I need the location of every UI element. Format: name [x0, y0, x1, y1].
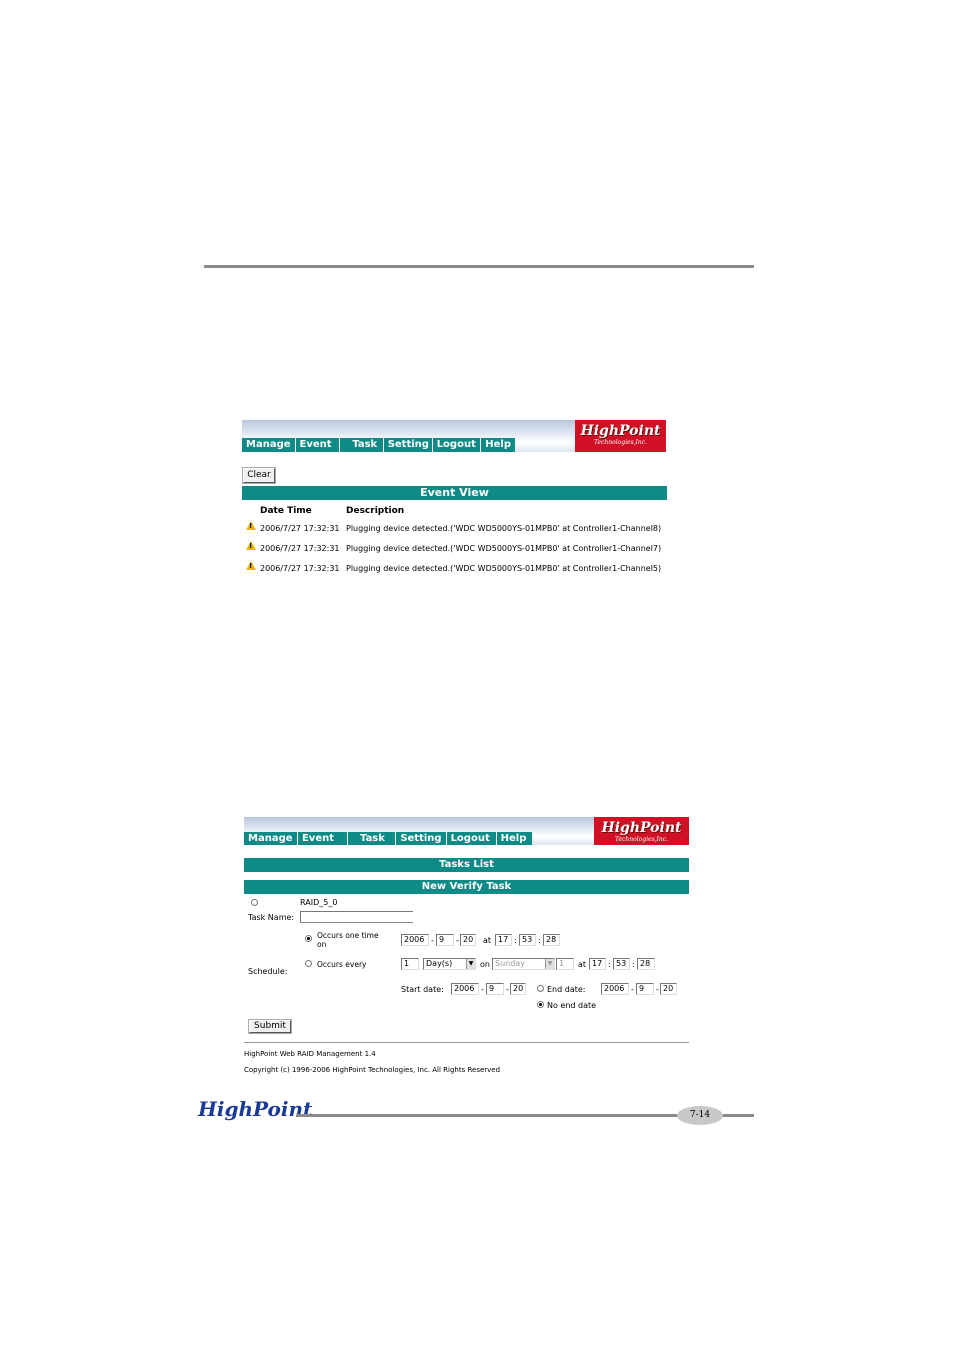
once-at-label: at [483, 936, 492, 945]
submit-button[interactable]: Submit [248, 1019, 292, 1034]
nav-manage[interactable]: Manage [242, 438, 296, 452]
end-date-label: End date: [547, 985, 586, 994]
start-month-input[interactable]: 9 [486, 983, 504, 995]
once-month-input[interactable]: 9 [436, 934, 454, 946]
warning-icon: ! [246, 541, 256, 550]
event-time: 2006/7/27 17:32:31 [260, 544, 340, 553]
clear-button[interactable]: Clear [242, 467, 276, 484]
warning-icon: ! [246, 561, 256, 570]
warning-icon: ! [246, 521, 256, 530]
nav-task[interactable]: Task [340, 438, 384, 452]
highpoint-logo: HighPoint Technologies,Inc. [594, 817, 689, 845]
app-version: HighPoint Web RAID Management 1.4 [244, 1050, 376, 1058]
chevron-down-icon: ▼ [545, 959, 554, 969]
occurs-once-label: Occurs one time on [317, 931, 379, 949]
nav-bar: Manage Event Task Setting Logout Help [242, 438, 515, 452]
footer-divider [244, 1042, 689, 1043]
highpoint-logo: HighPoint Technologies,Inc. [575, 420, 666, 452]
weekday-number-input[interactable]: 1 [556, 958, 574, 970]
occurs-once-text: Occurs one time [317, 931, 379, 940]
separator: : [538, 936, 541, 945]
event-description: Plugging device detected.('WDC WD5000YS-… [346, 524, 662, 533]
every-hour-input[interactable]: 17 [589, 958, 606, 970]
separator: : [632, 960, 635, 969]
logo-brand: HighPoint [580, 423, 661, 439]
once-second-input[interactable]: 28 [543, 934, 560, 946]
new-verify-task-header: New Verify Task [244, 880, 689, 894]
chevron-down-icon: ▼ [466, 959, 475, 969]
occurs-once-on-text: on [317, 940, 327, 949]
app-header: Manage Event Task Setting Logout Help Hi… [242, 420, 666, 452]
separator: - [481, 985, 484, 994]
app-header: Manage Event Task Setting Logout Help Hi… [244, 817, 689, 845]
event-time: 2006/7/27 17:32:31 [260, 524, 340, 533]
separator: - [506, 985, 509, 994]
every-at-label: at [578, 960, 587, 969]
every-on-label: on [480, 960, 490, 969]
column-header-description: Description [346, 506, 405, 516]
separator: : [514, 936, 517, 945]
start-year-input[interactable]: 2006 [451, 983, 479, 995]
start-day-input[interactable]: 20 [510, 983, 526, 995]
separator: - [456, 936, 459, 945]
end-date-radio[interactable] [537, 985, 544, 992]
array-name: RAID_5_0 [300, 898, 338, 907]
logo-sub: Technologies,Inc. [614, 836, 669, 843]
page-number-badge: 7-14 [677, 1106, 723, 1125]
once-minute-input[interactable]: 53 [519, 934, 536, 946]
event-description: Plugging device detected.('WDC WD5000YS-… [346, 564, 662, 573]
weekday-select[interactable]: Sunday ▼ [492, 958, 555, 970]
tasks-list-header[interactable]: Tasks List [244, 858, 689, 872]
copyright: Copyright (c) 1996-2006 HighPoint Techno… [244, 1066, 501, 1074]
every-unit-value: Day(s) [426, 959, 453, 968]
no-end-date-radio[interactable] [537, 1001, 544, 1008]
task-name-input[interactable] [300, 911, 413, 923]
logo-sub: Technologies,Inc. [593, 439, 648, 446]
every-unit-select[interactable]: Day(s) ▼ [423, 958, 476, 970]
logo-brand: HighPoint [601, 820, 682, 836]
once-hour-input[interactable]: 17 [495, 934, 512, 946]
separator: : [608, 960, 611, 969]
nav-setting[interactable]: Setting [396, 832, 447, 845]
nav-task[interactable]: Task [348, 832, 397, 845]
once-day-input[interactable]: 20 [460, 934, 476, 946]
column-header-datetime: Date Time [260, 506, 312, 516]
nav-logout[interactable]: Logout [433, 438, 482, 452]
nav-event[interactable]: Event [296, 438, 341, 452]
separator: - [656, 985, 659, 994]
occurs-every-label: Occurs every [317, 960, 367, 969]
nav-help[interactable]: Help [481, 438, 515, 452]
end-month-input[interactable]: 9 [636, 983, 654, 995]
once-year-input[interactable]: 2006 [401, 934, 429, 946]
event-description: Plugging device detected.('WDC WD5000YS-… [346, 544, 662, 553]
section-title-event-view: Event View [242, 486, 667, 500]
every-minute-input[interactable]: 53 [613, 958, 630, 970]
occurs-once-radio[interactable] [305, 935, 312, 942]
every-second-input[interactable]: 28 [637, 958, 655, 970]
end-day-input[interactable]: 20 [660, 983, 677, 995]
nav-setting[interactable]: Setting [384, 438, 433, 452]
array-radio[interactable] [251, 899, 258, 906]
occurs-every-radio[interactable] [305, 960, 312, 967]
schedule-label: Schedule: [248, 967, 288, 976]
nav-manage[interactable]: Manage [244, 832, 298, 845]
nav-logout[interactable]: Logout [447, 832, 497, 845]
top-rule [204, 265, 754, 268]
separator: - [431, 936, 434, 945]
task-name-label: Task Name: [248, 913, 295, 922]
nav-help[interactable]: Help [497, 832, 532, 845]
separator: - [631, 985, 634, 994]
highpoint-footer-logo: HighPoint [198, 1097, 313, 1121]
every-count-input[interactable]: 1 [401, 958, 419, 970]
end-year-input[interactable]: 2006 [601, 983, 629, 995]
event-time: 2006/7/27 17:32:31 [260, 564, 340, 573]
start-date-label: Start date: [401, 985, 444, 994]
no-end-date-label: No end date [547, 1001, 597, 1010]
nav-event[interactable]: Event [298, 832, 349, 845]
weekday-value: Sunday [495, 959, 525, 968]
nav-bar: Manage Event Task Setting Logout Help [244, 832, 532, 845]
